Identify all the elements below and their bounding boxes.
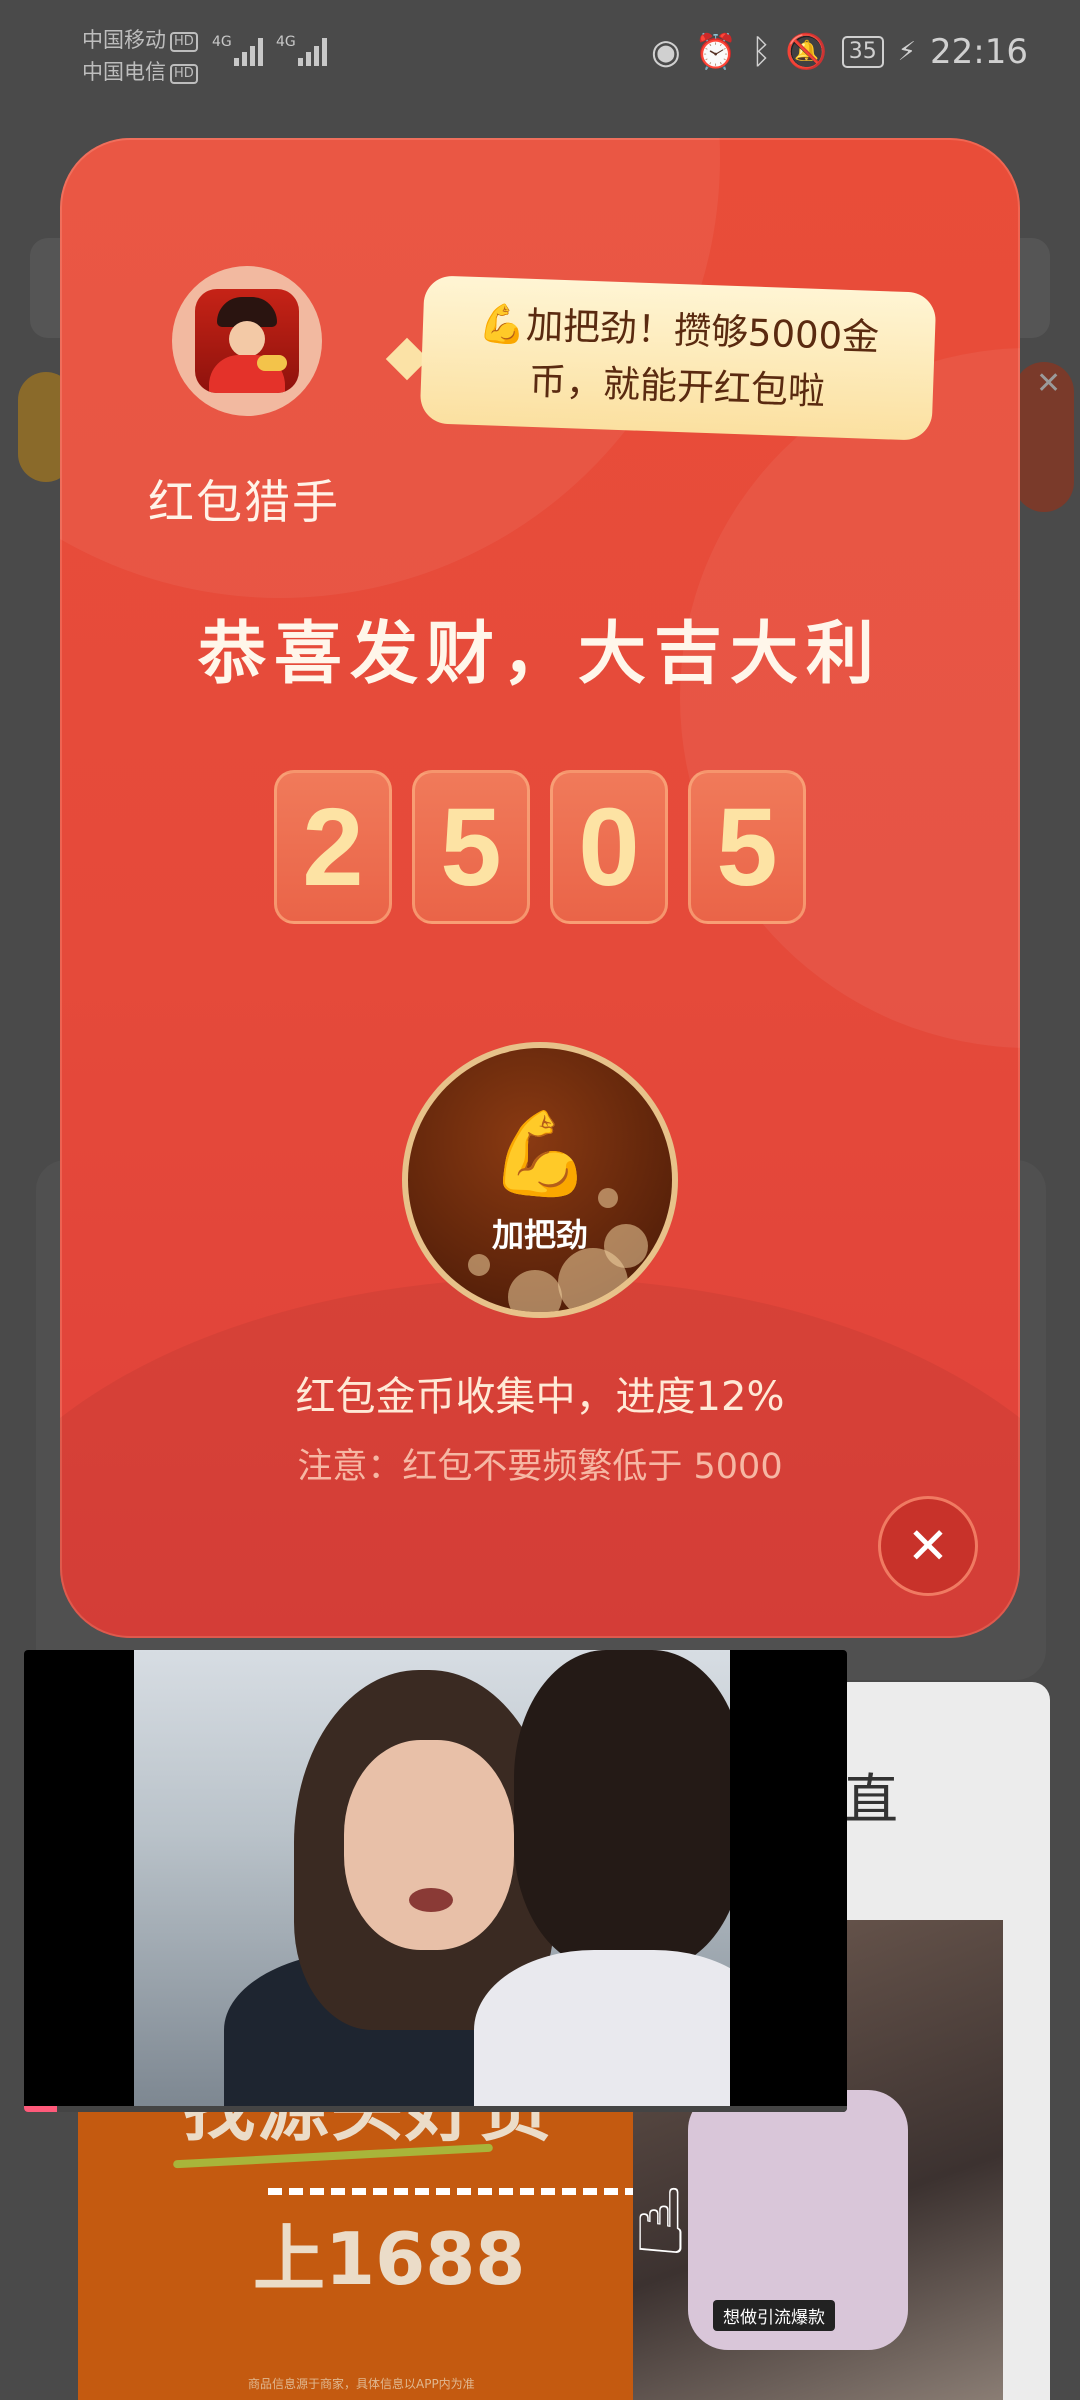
coin-counter: 2 5 0 5 [274, 770, 806, 924]
coin-digit: 5 [688, 770, 806, 924]
video-progress-bar[interactable] [24, 2106, 847, 2112]
boost-button-label: 加把劲 [491, 1216, 588, 1254]
bubble-text: 加把劲！攒够5000金币，就能开红包啦 [525, 303, 880, 413]
bluetooth-icon: ᛒ [751, 32, 772, 72]
notice-text: 注意：红包不要频繁低于 5000 [297, 1447, 783, 1487]
ad-fine-print: 商品信息源于商家，具体信息以APP内为准 [248, 2377, 475, 2391]
ad-product-tag: 想做引流爆款 [713, 2300, 835, 2331]
flexed-bicep-icon: 💪 [488, 1107, 592, 1202]
background-close-icon: ✕ [1036, 366, 1062, 401]
battery-icon: 35 [841, 36, 884, 68]
coin-digit: 2 [274, 770, 392, 924]
coin-digit: 5 [412, 770, 530, 924]
charging-icon: ⚡ [897, 37, 917, 67]
status-icons: ◉ ⏰ ᛒ 🔕 35 ⚡ 22:16 [651, 30, 1028, 74]
pointing-hand-icon: ☝ [633, 2170, 688, 2275]
floating-video-player[interactable] [24, 1650, 847, 2112]
red-packet-modal: 红包猎手 💪加把劲！攒够5000金币，就能开红包啦 恭喜发财，大吉大利 2 5 … [60, 138, 1020, 1638]
hunter-avatar [172, 266, 322, 416]
alarm-icon: ⏰ [694, 32, 737, 72]
hunter-label: 红包猎手 [148, 475, 340, 529]
eye-icon: ◉ [650, 32, 681, 72]
carrier-name-1: 中国移动 [82, 28, 166, 52]
flexed-bicep-icon: 💪 [478, 300, 527, 347]
carrier-name-2: 中国电信 [82, 60, 166, 84]
carrier-label-2: 中国电信 HD [82, 56, 198, 86]
speech-bubble: 💪加把劲！攒够5000金币，就能开红包啦 [419, 275, 937, 441]
carrier-label-1: 中国移动 HD [82, 24, 198, 54]
modal-decoration-circle [680, 348, 1020, 1048]
close-icon: ✕ [907, 1517, 949, 1575]
network-type-1: 4G [212, 34, 232, 50]
mute-icon: 🔕 [785, 32, 828, 72]
ad-subline: 上1688 [253, 2217, 526, 2301]
network-type-2: 4G [276, 34, 296, 50]
god-of-wealth-icon [195, 289, 299, 393]
clock: 22:16 [930, 32, 1028, 72]
close-button[interactable]: ✕ [878, 1496, 978, 1596]
video-frame [134, 1650, 730, 2112]
video-progress-fill [24, 2106, 57, 2112]
background-panel-text: 直 [844, 1768, 898, 1831]
boost-button[interactable]: 💪 加把劲 [408, 1048, 672, 1312]
progress-text: 红包金币收集中，进度12% [295, 1374, 785, 1420]
congrats-title: 恭喜发财，大吉大利 [197, 615, 882, 694]
status-bar: 中国移动 HD 中国电信 HD 4G 4G ◉ ⏰ ᛒ 🔕 35 ⚡ 22:16 [0, 0, 1080, 110]
hd-badge-1: HD [170, 32, 198, 52]
hd-badge-2: HD [170, 64, 198, 84]
coin-digit: 0 [550, 770, 668, 924]
